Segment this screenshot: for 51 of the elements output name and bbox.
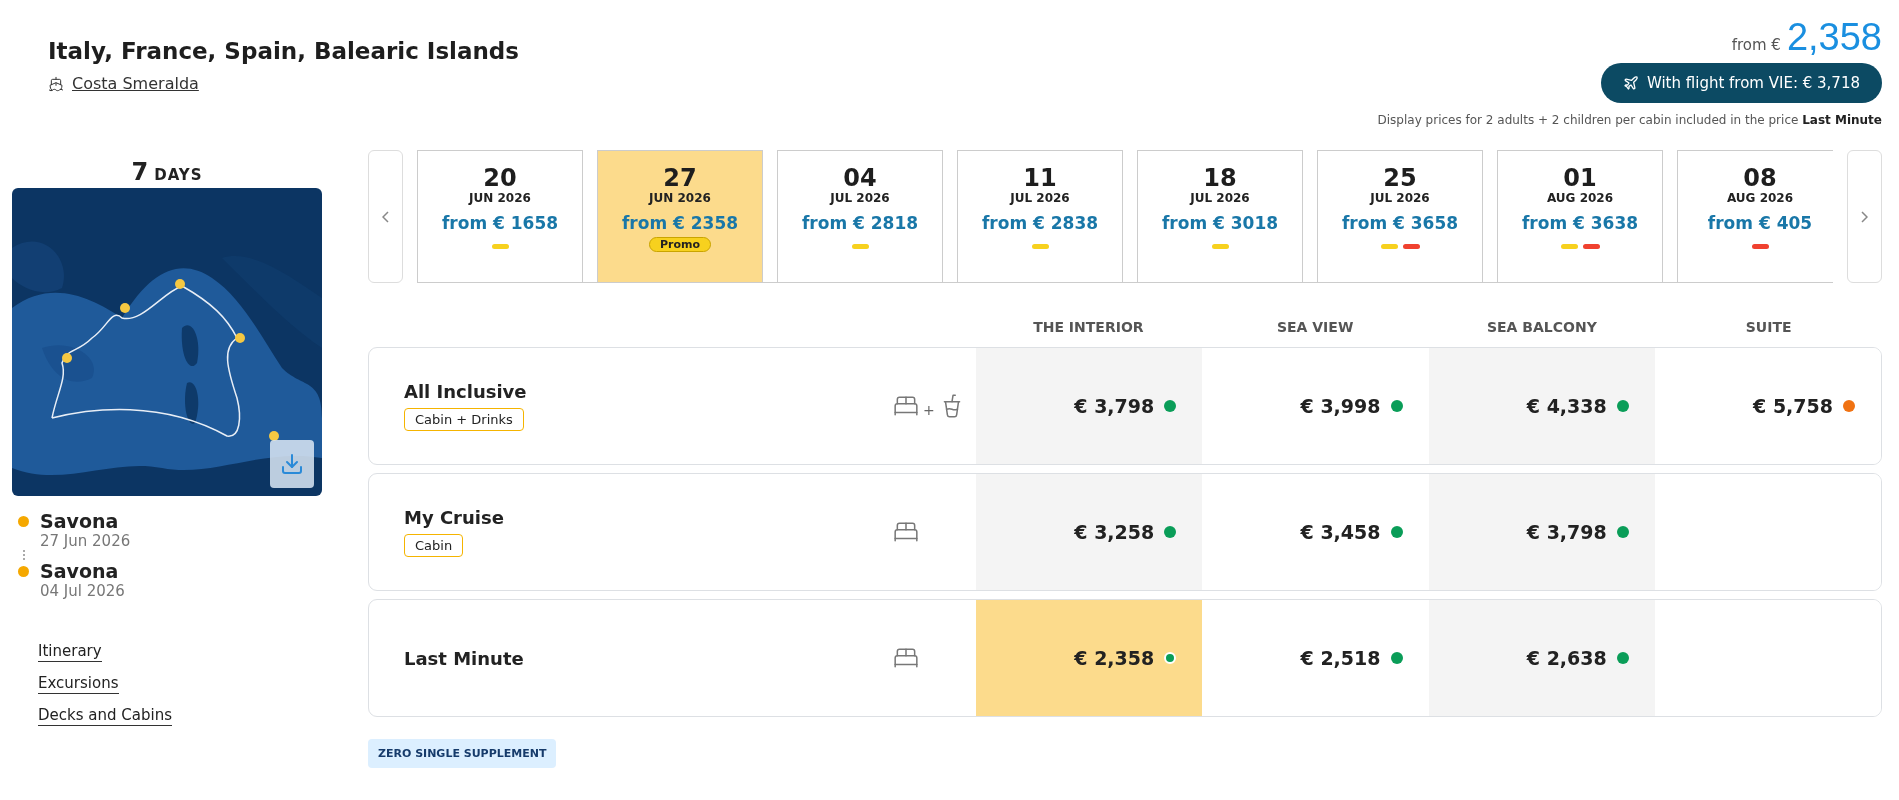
previous-button[interactable]	[368, 150, 403, 283]
next-button[interactable]	[1847, 150, 1882, 283]
ship-link[interactable]: Costa Smeralda	[48, 74, 199, 93]
column-header: SUITE	[1744, 319, 1793, 335]
date-card[interactable]: 01 AUG 2026 from € 3638	[1497, 150, 1663, 282]
column-header: THE INTERIOR	[1032, 319, 1145, 335]
date-card[interactable]: 11 JUL 2026 from € 2838	[957, 150, 1123, 282]
from-price: 2,358	[1786, 16, 1882, 59]
price-cell[interactable]: € 3,258	[976, 474, 1203, 590]
date-card[interactable]: 25 JUL 2026 from € 3658	[1317, 150, 1483, 282]
ship-icon	[48, 75, 64, 92]
price-cell[interactable]: € 2,638	[1428, 600, 1655, 716]
supplement-label: ZERO SINGLE SUPPLEMENT	[368, 739, 557, 768]
price-note: Display prices for 2 adults + 2 children per cabin included in the price Last Minute	[1377, 113, 1882, 127]
fare-name: My Cruise	[404, 507, 505, 528]
nav-link[interactable]: Decks and Cabins	[38, 706, 172, 726]
column-header: SEA BALCONY	[1485, 319, 1598, 335]
fare-tag: Cabin + Drinks	[404, 408, 524, 431]
stop-dot	[18, 515, 29, 527]
fare-name: All Inclusive	[404, 381, 528, 402]
chevron-right-icon	[1861, 210, 1868, 223]
date-card[interactable]: 27 JUN 2026 from € 2358 Promo	[597, 150, 763, 282]
date-card[interactable]: 04 JUL 2026 from € 2818	[777, 150, 943, 282]
date-card[interactable]: 08 AUG 2026 from € 405	[1677, 150, 1833, 282]
port-date: 27 Jun 2026	[40, 532, 132, 550]
price-cell[interactable]: € 3,798	[1428, 474, 1655, 590]
days-label: DAYS	[154, 166, 203, 184]
fare-tag: Cabin	[404, 534, 464, 557]
plus-sign: +	[923, 402, 935, 418]
plane-icon	[1622, 75, 1639, 91]
date-card[interactable]: 18 JUL 2026 from € 3018	[1137, 150, 1303, 282]
chevron-left-icon	[382, 210, 389, 223]
port-name: Savona	[40, 560, 120, 582]
fare-name: Last Minute	[404, 647, 525, 669]
trip-title: Italy, France, Spain, Balearic Islands	[48, 38, 520, 64]
stop-dot	[18, 565, 29, 577]
days-count: 7	[131, 158, 149, 186]
download-icon	[280, 452, 304, 476]
price-cell[interactable]: € 2,358	[976, 600, 1203, 716]
date-card[interactable]: 20 JUN 2026 from € 1658	[417, 150, 583, 282]
port-name: Savona	[40, 510, 120, 532]
price-cell[interactable]: € 3,798	[976, 348, 1203, 464]
price-cell[interactable]: € 4,338	[1428, 348, 1655, 464]
column-header: SEA VIEW	[1275, 319, 1355, 335]
flight-button[interactable]: With flight from VIE: € 3,718	[1600, 63, 1882, 103]
port-date: 04 Jul 2026	[40, 582, 126, 600]
from-label: from €	[1731, 36, 1781, 54]
download-button[interactable]	[270, 440, 314, 488]
nav-link[interactable]: Itinerary	[38, 642, 102, 662]
nav-link[interactable]: Excursions	[38, 674, 119, 694]
promo-label: Promo	[648, 237, 712, 253]
